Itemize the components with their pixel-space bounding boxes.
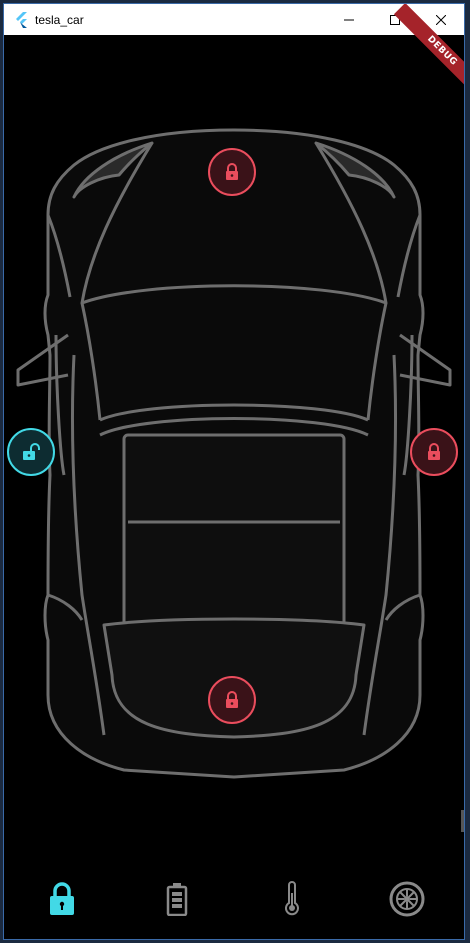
right-door-lock-button[interactable]: [410, 428, 458, 476]
flutter-logo-icon: [16, 11, 27, 28]
nav-temperature-tab[interactable]: [262, 869, 322, 929]
thermometer-icon: [284, 881, 299, 916]
scrollbar-handle[interactable]: [461, 810, 464, 832]
nav-lock-tab[interactable]: [32, 869, 92, 929]
window-controls: [326, 4, 464, 35]
tyre-icon: [389, 881, 424, 917]
locked-padlock-icon: [428, 443, 440, 460]
front-lock-button[interactable]: [208, 148, 256, 196]
bottom-navigation: [4, 869, 464, 929]
lock-icon: [49, 882, 74, 915]
left-door-lock-button[interactable]: [7, 428, 55, 476]
app-content: DEBUG: [4, 4, 464, 939]
close-icon: [436, 14, 446, 25]
trunk-lock-button[interactable]: [208, 676, 256, 724]
app-window: tesla_car DEBUG: [3, 3, 465, 940]
locked-padlock-icon: [226, 163, 238, 180]
locked-padlock-icon: [226, 691, 238, 708]
nav-tyre-tab[interactable]: [377, 869, 437, 929]
window-title: tesla_car: [35, 12, 84, 27]
title-bar: tesla_car: [4, 4, 464, 35]
minimize-icon: [344, 19, 354, 20]
battery-icon: [166, 883, 187, 916]
nav-battery-tab[interactable]: [147, 869, 207, 929]
minimize-button[interactable]: [326, 4, 372, 35]
unlocked-padlock-icon: [23, 443, 40, 460]
